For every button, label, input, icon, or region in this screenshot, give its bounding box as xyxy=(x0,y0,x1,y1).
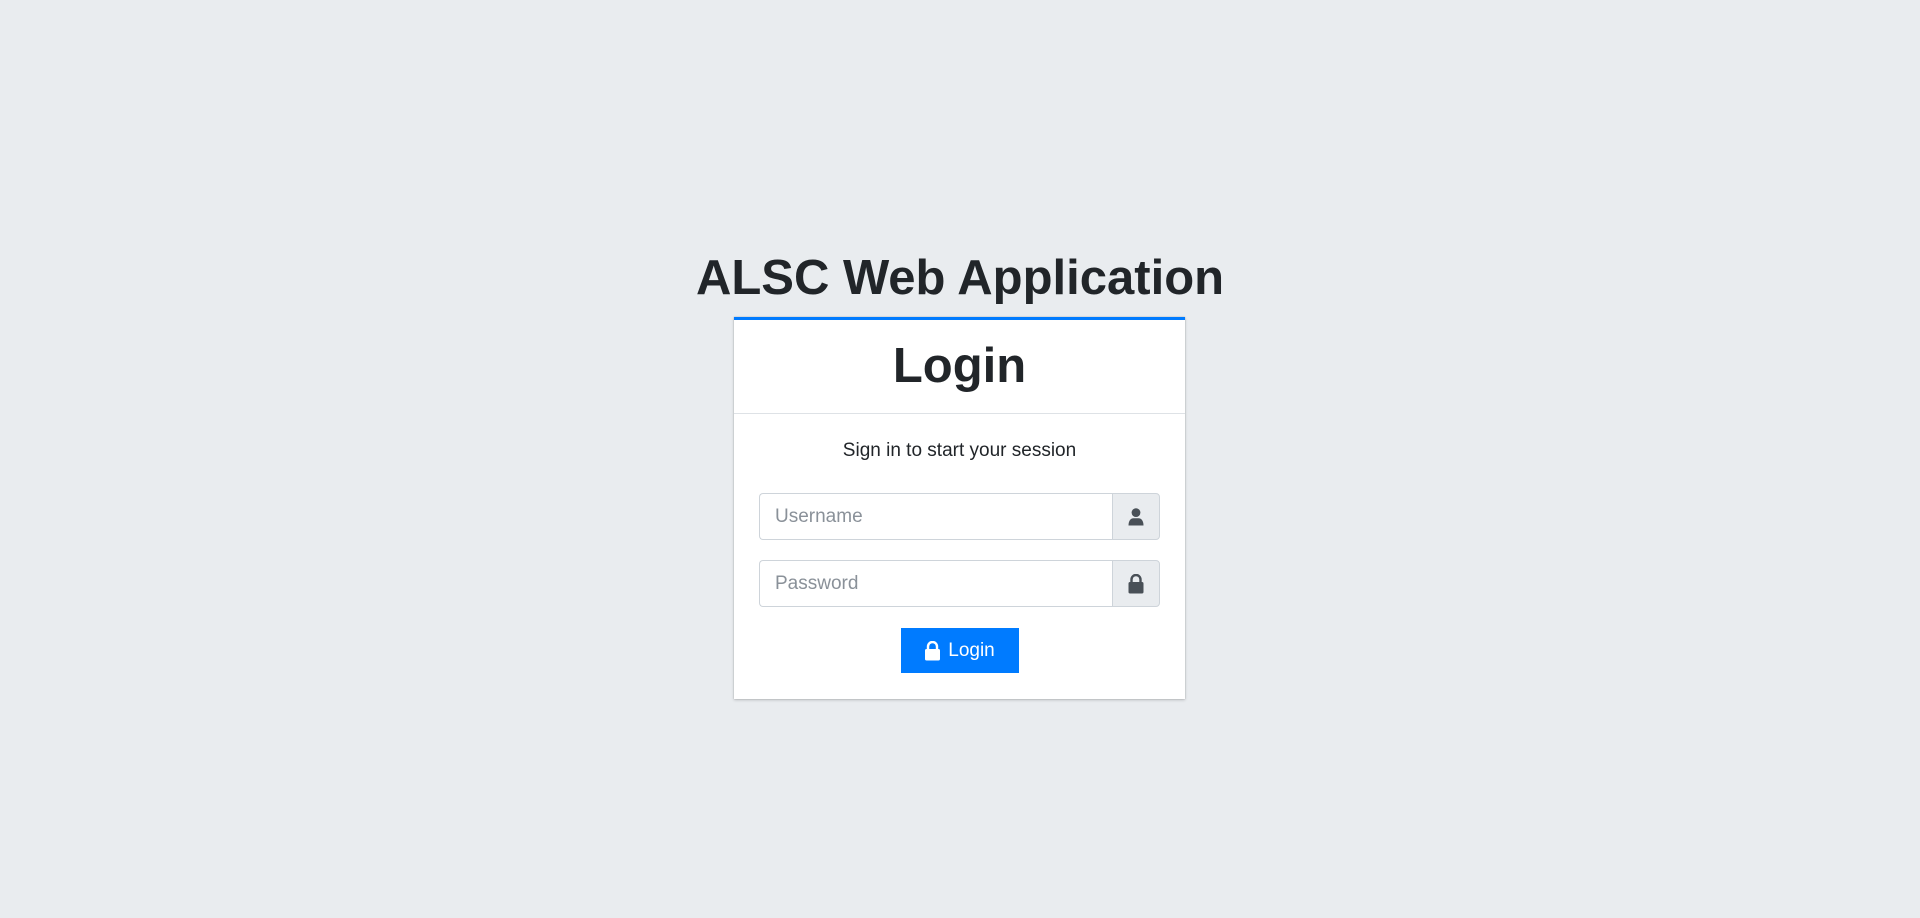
username-group xyxy=(759,493,1160,540)
lock-icon xyxy=(1128,573,1144,594)
login-page: ALSC Web Application Login Sign in to st… xyxy=(0,0,1920,918)
login-card: Login Sign in to start your session User… xyxy=(734,317,1185,699)
password-input[interactable] xyxy=(759,560,1112,607)
login-card-body: Sign in to start your session Username L… xyxy=(734,414,1185,673)
login-card-header: Login xyxy=(734,320,1185,414)
user-icon xyxy=(1128,507,1144,526)
lock-icon xyxy=(924,640,941,661)
username-input[interactable] xyxy=(759,493,1112,540)
login-button-label: Login xyxy=(948,639,995,661)
submit-row: Login xyxy=(759,628,1160,673)
username-addon xyxy=(1112,493,1160,540)
password-addon xyxy=(1112,560,1160,607)
login-form: Login xyxy=(759,493,1160,673)
password-group xyxy=(759,560,1160,607)
login-heading: Login xyxy=(892,339,1027,393)
login-message: Sign in to start your session xyxy=(842,440,1077,461)
login-button[interactable]: Login xyxy=(900,628,1019,673)
app-title: ALSC Web Application xyxy=(695,251,1225,305)
